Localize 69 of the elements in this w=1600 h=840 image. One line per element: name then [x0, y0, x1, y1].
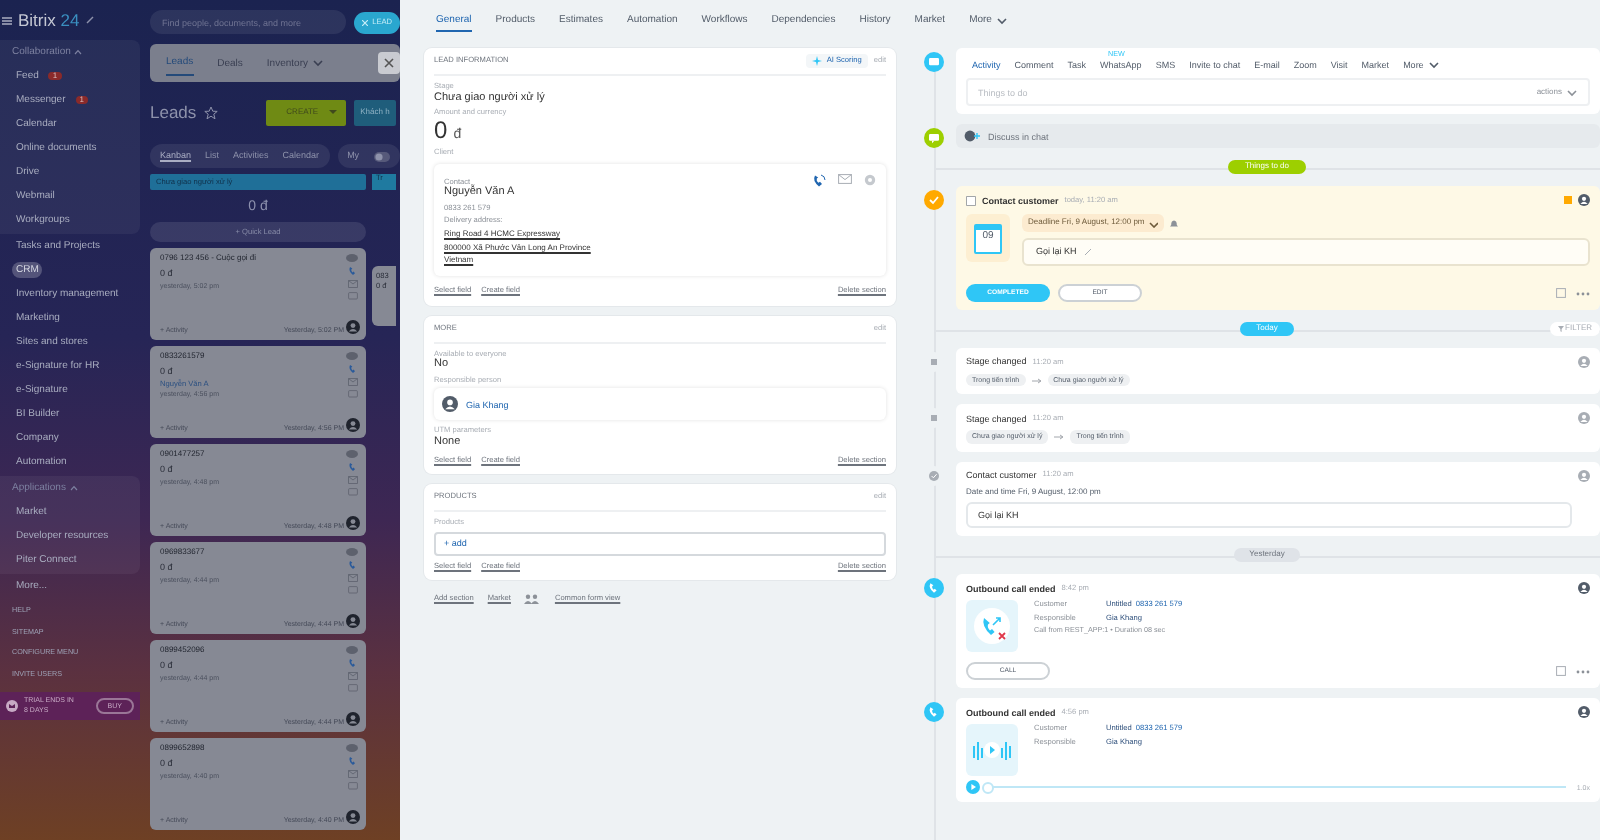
avatar-icon [1578, 194, 1590, 207]
note-icon[interactable] [1556, 288, 1566, 299]
avatar-icon [1578, 356, 1590, 369]
missed-call-icon [974, 608, 1010, 645]
caret-icon [995, 15, 1008, 25]
avatar-icon[interactable] [345, 320, 359, 335]
mail-icon[interactable] [347, 476, 357, 485]
caret-icon [328, 108, 339, 116]
play-button[interactable] [966, 780, 980, 795]
avatar-icon[interactable] [345, 712, 359, 727]
caret-icon [1566, 87, 1578, 98]
chat-icon[interactable] [347, 292, 357, 301]
close-button[interactable] [378, 52, 400, 74]
chat-icon[interactable] [347, 684, 357, 693]
phone-icon [928, 706, 940, 719]
more-icon[interactable] [1576, 291, 1590, 296]
avatar-icon [1578, 582, 1590, 595]
phone-icon[interactable] [812, 173, 826, 188]
page-title: Leads [150, 101, 197, 123]
toggle-switch[interactable] [373, 151, 390, 161]
chat-add-icon [964, 130, 980, 143]
crown-icon [6, 700, 18, 712]
avatar-icon[interactable] [345, 614, 359, 629]
chevron-icon[interactable] [69, 484, 78, 492]
avatar-icon[interactable] [345, 516, 359, 531]
avatar-icon[interactable] [345, 810, 359, 825]
phone-icon [928, 582, 940, 595]
more-icon[interactable] [1576, 669, 1590, 674]
chevron-icon[interactable] [74, 48, 83, 56]
caret-icon [1148, 219, 1159, 228]
sparkle-icon [812, 56, 823, 66]
star-icon[interactable] [204, 105, 219, 119]
avatar-icon [1578, 706, 1590, 719]
check-icon [928, 469, 940, 482]
logo[interactable]: Bitrix 24 [18, 9, 80, 31]
arrow-icon [1031, 377, 1042, 384]
amount-value: 0 [434, 117, 448, 142]
avatar-icon[interactable] [345, 418, 359, 433]
close-icon [362, 19, 369, 25]
avatar-icon [442, 396, 458, 413]
avatar-icon [1578, 469, 1590, 482]
pencil-icon[interactable] [85, 16, 94, 24]
mail-icon[interactable] [347, 574, 357, 583]
mail-icon[interactable] [347, 770, 357, 779]
chat-icon[interactable] [347, 782, 357, 791]
bell-icon[interactable] [1170, 219, 1179, 228]
avatar-icon [1578, 412, 1590, 425]
note-icon[interactable] [1556, 666, 1566, 677]
arrow-icon [1054, 433, 1065, 440]
mail-icon[interactable] [347, 672, 357, 681]
close-icon [384, 58, 394, 68]
chat-icon[interactable] [347, 488, 357, 497]
caret-icon [312, 58, 324, 68]
filter-icon [1557, 326, 1564, 333]
checkbox[interactable] [966, 195, 976, 206]
people-icon[interactable] [524, 594, 541, 605]
menu-icon[interactable] [2, 15, 12, 25]
check-icon [928, 194, 940, 207]
gear-icon[interactable] [864, 173, 876, 186]
caret-icon [1427, 60, 1440, 71]
mail-icon[interactable] [347, 378, 357, 387]
mail-icon[interactable] [838, 173, 852, 184]
flag-icon [1564, 196, 1572, 205]
editor-icon [928, 56, 940, 68]
progress-thumb[interactable] [982, 781, 994, 794]
chat-icon[interactable] [347, 390, 357, 399]
chat-icon[interactable] [347, 586, 357, 595]
chat-icon [928, 132, 940, 145]
mail-icon[interactable] [347, 280, 357, 289]
